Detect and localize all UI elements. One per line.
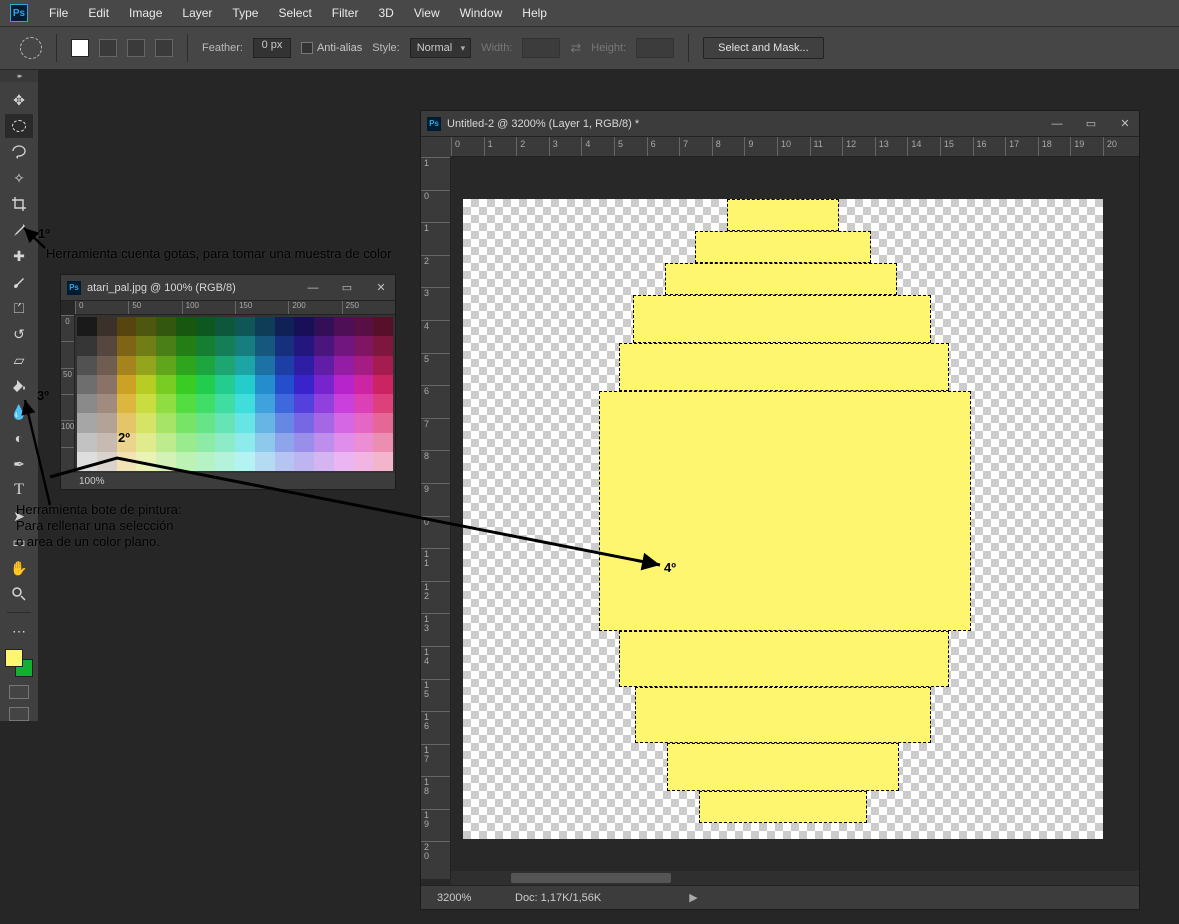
- main-canvas-area[interactable]: 01234567891011121314151617181920 1012345…: [421, 137, 1139, 909]
- status-menu-icon[interactable]: ▶: [689, 891, 697, 904]
- antialias-checkbox[interactable]: Anti-alias: [301, 42, 362, 54]
- maximize-button[interactable]: ▭: [1077, 114, 1105, 134]
- blur-tool-icon[interactable]: 💧: [5, 400, 33, 424]
- selection-mode-intersect-icon[interactable]: [155, 39, 173, 57]
- annotation-3-number: 3º: [37, 388, 49, 404]
- crop-tool-icon[interactable]: [5, 192, 33, 216]
- scrollbar-thumb[interactable]: [511, 873, 671, 883]
- screen-mode-icon[interactable]: [9, 707, 29, 721]
- style-label: Style:: [372, 42, 400, 54]
- selection-mode-new-icon[interactable]: [71, 39, 89, 57]
- select-and-mask-button[interactable]: Select and Mask...: [703, 37, 824, 59]
- main-titlebar[interactable]: Ps Untitled-2 @ 3200% (Layer 1, RGB/8) *…: [421, 111, 1139, 137]
- menu-help[interactable]: Help: [513, 2, 556, 24]
- palette-ruler-horizontal: 050 100150 200250: [75, 301, 395, 315]
- dodge-tool-icon[interactable]: ◐: [5, 426, 33, 450]
- quick-mask-icon[interactable]: [9, 685, 29, 699]
- edit-toolbar-icon[interactable]: ⋯: [5, 619, 33, 643]
- main-status-bar: 3200% Doc: 1,17K/1,56K ▶: [421, 885, 1139, 909]
- divider: [56, 34, 57, 62]
- menu-view[interactable]: View: [405, 2, 449, 24]
- menu-file[interactable]: File: [40, 2, 77, 24]
- color-swatches[interactable]: [5, 649, 33, 677]
- type-tool-icon[interactable]: T: [5, 478, 33, 502]
- toolbar: ✥ ✧ ✚ ⏍ ↺ ▱ 💧 ◐ ✒ T ➤ ▭ ✋ ⋯: [0, 82, 38, 721]
- marquee-tool-icon[interactable]: [5, 114, 33, 138]
- shape-tool-icon[interactable]: ▭: [5, 530, 33, 554]
- swap-dimensions-icon: ⇄: [570, 40, 581, 56]
- options-bar: Feather: 0 px Anti-alias Style: Normal W…: [0, 26, 1179, 70]
- palette-zoom: 100%: [79, 476, 105, 487]
- palette-canvas-area[interactable]: 050 100150 200250 0 50 100 100%: [61, 301, 395, 489]
- app-logo-icon: Ps: [10, 4, 28, 22]
- doc-size: Doc: 1,17K/1,56K: [515, 892, 601, 904]
- palette-canvas[interactable]: [75, 315, 395, 473]
- height-input: [636, 38, 674, 58]
- divider: [688, 34, 689, 62]
- eyedropper-tool-icon[interactable]: [5, 218, 33, 242]
- canvas[interactable]: [451, 157, 1139, 879]
- feather-label: Feather:: [202, 42, 243, 54]
- doc-icon: Ps: [427, 117, 441, 131]
- magic-wand-tool-icon[interactable]: ✧: [5, 166, 33, 190]
- annotation-1-text: Herramienta cuenta gotas, para tomar una…: [46, 246, 391, 262]
- doc-icon: Ps: [67, 281, 81, 295]
- main-title: Untitled-2 @ 3200% (Layer 1, RGB/8) *: [447, 118, 1037, 130]
- divider: [187, 34, 188, 62]
- width-input: [522, 38, 560, 58]
- annotation-1-number: 1º: [38, 226, 50, 242]
- close-button[interactable]: ✕: [367, 278, 395, 298]
- horizontal-scrollbar[interactable]: [451, 871, 1139, 885]
- menu-type[interactable]: Type: [223, 2, 267, 24]
- width-label: Width:: [481, 42, 512, 54]
- menu-layer[interactable]: Layer: [173, 2, 221, 24]
- toolbar-separator: [7, 612, 31, 613]
- path-selection-tool-icon[interactable]: ➤: [5, 504, 33, 528]
- ruler-corner: [421, 137, 451, 157]
- menu-image[interactable]: Image: [120, 2, 171, 24]
- menu-select[interactable]: Select: [269, 2, 320, 24]
- close-button[interactable]: ✕: [1111, 114, 1139, 134]
- antialias-label: Anti-alias: [317, 42, 362, 54]
- zoom-value[interactable]: 3200%: [437, 892, 487, 904]
- menu-edit[interactable]: Edit: [79, 2, 118, 24]
- healing-brush-tool-icon[interactable]: ✚: [5, 244, 33, 268]
- toolbar-collapse-handle[interactable]: [0, 70, 38, 82]
- palette-document-window[interactable]: Ps atari_pal.jpg @ 100% (RGB/8) — ▭ ✕ 05…: [60, 274, 396, 490]
- move-tool-icon[interactable]: ✥: [5, 88, 33, 112]
- height-label: Height:: [591, 42, 626, 54]
- feather-input[interactable]: 0 px: [253, 38, 291, 58]
- main-document-window[interactable]: Ps Untitled-2 @ 3200% (Layer 1, RGB/8) *…: [420, 110, 1140, 910]
- lasso-tool-icon[interactable]: [5, 140, 33, 164]
- palette-status-bar: 100%: [61, 473, 395, 489]
- minimize-button[interactable]: —: [1043, 114, 1071, 134]
- zoom-tool-icon[interactable]: [5, 582, 33, 606]
- brush-tool-icon[interactable]: [5, 270, 33, 294]
- palette-titlebar[interactable]: Ps atari_pal.jpg @ 100% (RGB/8) — ▭ ✕: [61, 275, 395, 301]
- menu-filter[interactable]: Filter: [323, 2, 368, 24]
- stamp-tool-icon[interactable]: ⏍: [5, 296, 33, 320]
- foreground-color-swatch[interactable]: [5, 649, 23, 667]
- history-brush-tool-icon[interactable]: ↺: [5, 322, 33, 346]
- pen-tool-icon[interactable]: ✒: [5, 452, 33, 476]
- hand-tool-icon[interactable]: ✋: [5, 556, 33, 580]
- marquee-tool-icon[interactable]: [20, 37, 42, 59]
- ruler-vertical: 10123456789011121314151617181920: [421, 157, 451, 879]
- menu-3d[interactable]: 3D: [369, 2, 402, 24]
- menu-bar: Ps File Edit Image Layer Type Select Fil…: [0, 0, 1179, 26]
- palette-title: atari_pal.jpg @ 100% (RGB/8): [87, 282, 293, 294]
- maximize-button[interactable]: ▭: [333, 278, 361, 298]
- eraser-tool-icon[interactable]: ▱: [5, 348, 33, 372]
- paint-bucket-tool-icon[interactable]: [5, 374, 33, 398]
- ruler-horizontal: 01234567891011121314151617181920: [451, 137, 1139, 157]
- minimize-button[interactable]: —: [299, 278, 327, 298]
- annotation-3-text: Herramienta bote de pintura: Para rellen…: [16, 502, 181, 550]
- palette-ruler-vertical: 0 50 100: [61, 315, 75, 473]
- selection-mode-add-icon[interactable]: [99, 39, 117, 57]
- selection-mode-subtract-icon[interactable]: [127, 39, 145, 57]
- menu-window[interactable]: Window: [451, 2, 512, 24]
- style-dropdown[interactable]: Normal: [410, 38, 471, 58]
